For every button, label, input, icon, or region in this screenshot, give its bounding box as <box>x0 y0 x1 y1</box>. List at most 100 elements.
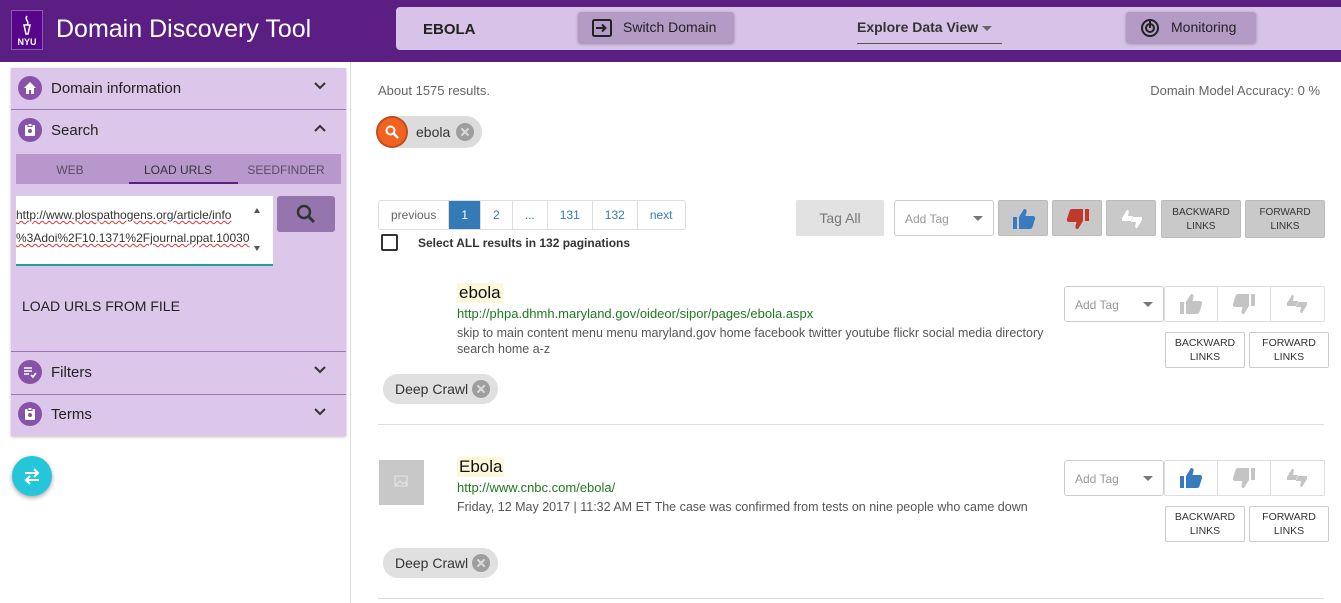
pagination: previous 1 2 ... 131 132 next <box>378 200 686 230</box>
url-input[interactable]: http://www.plospathogens.org/article/inf… <box>16 196 273 266</box>
search-term-chip: ebola <box>377 116 482 148</box>
chevron-down-icon <box>314 366 326 374</box>
tag-label: Deep Crawl <box>395 381 469 397</box>
section-label: Search <box>51 122 99 139</box>
mark-relevant-button[interactable] <box>1165 461 1218 495</box>
mark-all-relevant-button[interactable] <box>998 200 1048 236</box>
section-search[interactable]: Search <box>11 110 346 150</box>
thumbs-neutral-icon <box>1287 295 1307 313</box>
explore-view-select[interactable]: Explore Data View <box>857 19 1002 44</box>
result-title[interactable]: Ebola <box>457 457 505 477</box>
relevance-buttons <box>1164 460 1325 496</box>
result-snippet: Friday, 12 May 2017 | 11:32 AM ET The ca… <box>457 500 1028 514</box>
forward-links-button[interactable]: FORWARD LINKS <box>1249 332 1329 368</box>
mark-all-irrelevant-button[interactable] <box>1052 200 1102 236</box>
chevron-down-icon <box>1143 302 1153 307</box>
page-132[interactable]: 132 <box>593 201 638 229</box>
thumbs-up-icon <box>1180 294 1203 314</box>
top-app-bar: NYU Domain Discovery Tool EBOLA Switch D… <box>0 0 1341 62</box>
forward-links-all-button[interactable]: FORWARD LINKS <box>1245 200 1325 238</box>
tag-all-button[interactable]: Tag All <box>796 200 884 236</box>
filter-list-icon <box>18 360 42 384</box>
search-icon <box>378 118 406 146</box>
page-2[interactable]: 2 <box>481 201 513 229</box>
mark-irrelevant-button[interactable] <box>1218 287 1271 321</box>
sidebar: Domain information Search WEB LOAD URLS … <box>11 68 346 436</box>
chevron-down-icon <box>1143 476 1153 481</box>
image-placeholder-icon <box>394 475 408 487</box>
page-131[interactable]: 131 <box>548 201 593 229</box>
section-filters[interactable]: Filters <box>11 352 346 392</box>
switch-domain-label: Switch Domain <box>623 19 717 35</box>
mark-neutral-button[interactable] <box>1271 287 1324 321</box>
mark-all-neutral-button[interactable] <box>1106 200 1156 236</box>
monitoring-button[interactable]: Monitoring <box>1126 12 1256 43</box>
result-snippet: skip to main content menu menu maryland.… <box>457 326 1044 356</box>
page-previous[interactable]: previous <box>379 201 450 229</box>
section-label: Domain information <box>51 80 182 97</box>
load-urls-from-file-button[interactable]: LOAD URLS FROM FILE <box>22 298 180 314</box>
select-all-checkbox[interactable] <box>381 234 398 251</box>
result-item: Ebola http://www.cnbc.com/ebola/ Friday,… <box>378 446 1329 599</box>
swap-arrows-icon <box>24 468 40 485</box>
mark-irrelevant-button[interactable] <box>1218 461 1271 495</box>
thumbs-up-icon <box>1180 468 1203 488</box>
backward-links-button[interactable]: BACKWARD LINKS <box>1165 332 1245 368</box>
page-next[interactable]: next <box>638 201 685 229</box>
section-terms[interactable]: Terms <box>11 394 346 434</box>
monitoring-label: Monitoring <box>1171 19 1237 35</box>
add-tag-select[interactable]: Add Tag <box>1064 460 1164 496</box>
thumbs-down-icon <box>1066 209 1089 229</box>
remove-chip-icon[interactable] <box>456 123 474 141</box>
search-button[interactable] <box>277 196 335 232</box>
section-label: Terms <box>51 406 92 423</box>
add-tag-placeholder: Add Tag <box>905 212 949 226</box>
left-panel: Domain information Search WEB LOAD URLS … <box>0 62 351 603</box>
terms-icon <box>18 402 42 426</box>
result-url[interactable]: http://www.cnbc.com/ebola/ <box>457 480 615 495</box>
add-tag-placeholder: Add Tag <box>1075 298 1119 312</box>
section-domain-information[interactable]: Domain information <box>11 68 346 108</box>
results-panel: About 1575 results. Domain Model Accurac… <box>352 62 1341 603</box>
tab-web[interactable]: WEB <box>16 163 124 177</box>
search-tabs: WEB LOAD URLS SEEDFINDER <box>16 154 341 184</box>
logo-text: NYU <box>17 37 37 47</box>
result-tag-chip: Deep Crawl <box>383 374 498 404</box>
mark-relevant-button[interactable] <box>1165 287 1218 321</box>
tab-load-urls[interactable]: LOAD URLS <box>124 163 232 177</box>
select-all-label: Select ALL results in 132 paginations <box>418 236 631 250</box>
result-tag-chip: Deep Crawl <box>383 548 498 578</box>
tag-label: Deep Crawl <box>395 555 469 571</box>
chevron-down-icon <box>314 408 326 416</box>
mark-neutral-button[interactable] <box>1271 461 1324 495</box>
backward-links-button[interactable]: BACKWARD LINKS <box>1165 506 1245 542</box>
active-tab-indicator <box>129 182 238 184</box>
section-label: Filters <box>51 364 92 381</box>
scroll-down-icon[interactable] <box>254 246 260 251</box>
domain-toolbar: EBOLA Switch Domain Explore Data View Mo… <box>396 7 1341 50</box>
switch-domain-button[interactable]: Switch Domain <box>578 12 734 43</box>
swap-fab-button[interactable] <box>12 456 52 496</box>
thumbs-neutral-icon <box>1122 210 1142 228</box>
thumbs-down-icon <box>1232 294 1255 314</box>
url-input-line: %3Adoi%2F10.1371%2Fjournal.ppat.10030 <box>16 231 250 245</box>
page-1[interactable]: 1 <box>449 201 482 229</box>
add-tag-select[interactable]: Add Tag <box>894 200 994 236</box>
result-url[interactable]: http://phpa.dhmh.maryland.gov/oideor/sip… <box>457 306 813 321</box>
tab-seedfinder[interactable]: SEEDFINDER <box>232 163 340 177</box>
results-count: About 1575 results. <box>378 83 491 98</box>
forward-links-button[interactable]: FORWARD LINKS <box>1249 506 1329 542</box>
explore-view-label: Explore Data View <box>857 19 979 35</box>
scroll-up-icon[interactable] <box>254 208 260 213</box>
result-title[interactable]: ebola <box>457 283 503 303</box>
add-tag-select[interactable]: Add Tag <box>1064 286 1164 322</box>
result-thumbnail <box>379 460 424 505</box>
search-term-label: ebola <box>416 124 451 140</box>
backward-links-all-button[interactable]: BACKWARD LINKS <box>1161 200 1241 238</box>
remove-tag-icon[interactable] <box>472 554 490 572</box>
switch-domain-icon <box>592 19 612 37</box>
result-item: ebola http://phpa.dhmh.maryland.gov/oide… <box>378 272 1329 425</box>
page-ellipsis[interactable]: ... <box>513 201 548 229</box>
chevron-down-icon <box>982 26 992 31</box>
remove-tag-icon[interactable] <box>472 380 490 398</box>
